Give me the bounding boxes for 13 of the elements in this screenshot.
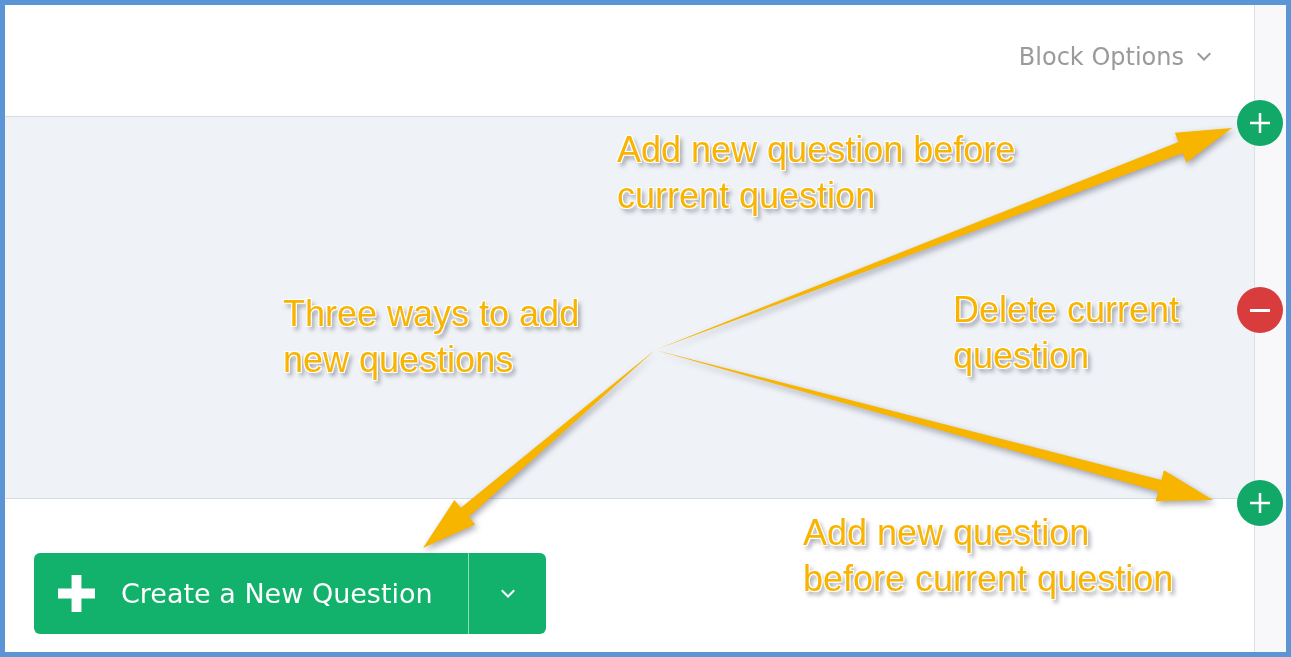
block-options-button[interactable]: Block Options	[1016, 38, 1214, 75]
plus-icon	[58, 575, 95, 612]
plus-icon	[1250, 113, 1270, 133]
annotation-text: Add new question before current question	[803, 511, 1175, 601]
create-question-button[interactable]: Create a New Question	[34, 553, 468, 634]
plus-icon	[1250, 493, 1270, 513]
chevron-down-icon	[1196, 51, 1212, 62]
dropdown-button[interactable]	[468, 553, 546, 634]
annotation-text: Add new question before current question	[617, 128, 1017, 218]
annotation-text: Delete current question	[953, 288, 1181, 378]
chevron-down-icon	[499, 588, 516, 599]
annotation-text: Three ways to add new questions	[283, 292, 581, 382]
minus-icon	[1250, 307, 1270, 313]
